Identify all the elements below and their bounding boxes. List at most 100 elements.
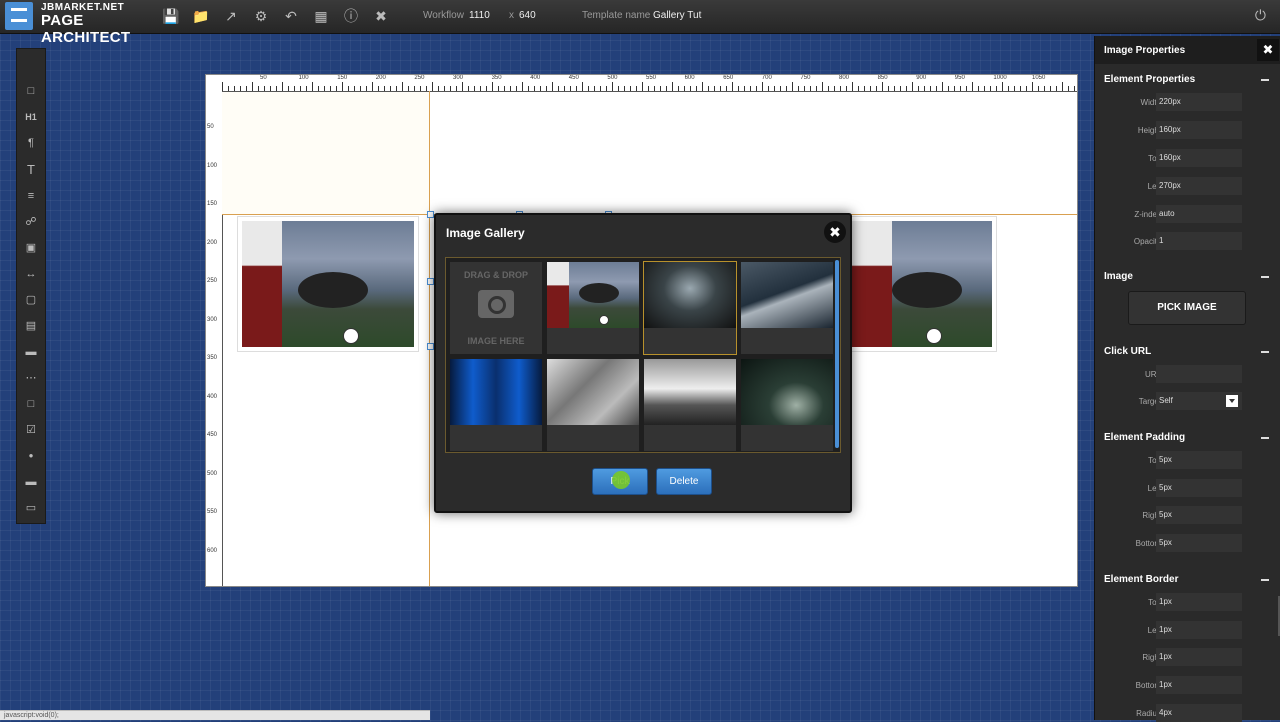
ruler-tick bbox=[528, 86, 529, 91]
list-tool-icon[interactable]: ≡ bbox=[17, 186, 45, 206]
export-icon[interactable]: ↗ bbox=[222, 7, 240, 25]
ruler-label: 900 bbox=[916, 75, 927, 81]
padding-top-field[interactable]: 5px bbox=[1156, 451, 1242, 469]
ruler-label: 800 bbox=[839, 75, 850, 81]
chevron-down-icon[interactable] bbox=[1226, 395, 1238, 407]
ruler-tick bbox=[642, 82, 643, 91]
undo-icon[interactable]: ↶ bbox=[282, 7, 300, 25]
border-top-field[interactable]: 1px bbox=[1156, 593, 1242, 611]
select-tool-icon[interactable]: ▬ bbox=[17, 472, 45, 492]
section-element-properties[interactable]: Element Properties bbox=[1104, 74, 1195, 85]
zindex-field[interactable]: auto bbox=[1156, 205, 1242, 223]
section-element-border[interactable]: Element Border bbox=[1104, 574, 1178, 585]
power-icon[interactable]: ⏻ bbox=[1255, 7, 1266, 24]
ruler-tick bbox=[678, 86, 679, 91]
panel-close-icon[interactable]: ✖ bbox=[1257, 39, 1279, 61]
padding-right-field[interactable]: 5px bbox=[1156, 506, 1242, 524]
button-tool-icon[interactable]: ▭ bbox=[17, 498, 45, 518]
resize-handle[interactable] bbox=[427, 343, 434, 350]
ruler-tick bbox=[558, 86, 559, 91]
prop-label: Bottom bbox=[1135, 539, 1161, 548]
grid-icon[interactable]: ▦ bbox=[312, 7, 330, 25]
border-radius-field[interactable]: 4px bbox=[1156, 704, 1242, 722]
collapse-icon[interactable] bbox=[1261, 276, 1269, 278]
collapse-icon[interactable] bbox=[1261, 579, 1269, 581]
gallery-thumb[interactable] bbox=[741, 262, 833, 354]
pick-image-button[interactable]: PICK IMAGE bbox=[1128, 291, 1246, 325]
close-icon[interactable]: ✖ bbox=[372, 7, 390, 25]
border-bottom-field[interactable]: 1px bbox=[1156, 676, 1242, 694]
resize-handle[interactable] bbox=[427, 211, 434, 218]
night-car-thumb bbox=[741, 359, 833, 425]
workflow-width-field[interactable]: 1110 bbox=[469, 10, 490, 21]
height-field[interactable]: 160px bbox=[1156, 121, 1242, 139]
gallery-thumb-selected[interactable] bbox=[643, 261, 737, 355]
ruler-tick bbox=[636, 86, 637, 91]
ruler-tick bbox=[936, 86, 937, 91]
border-left-field[interactable]: 1px bbox=[1156, 621, 1242, 639]
ruler-tick bbox=[1008, 86, 1009, 91]
gear-icon[interactable]: ⚙ bbox=[252, 7, 270, 25]
folder-icon[interactable]: 📁 bbox=[192, 7, 210, 25]
ruler-tick bbox=[684, 86, 685, 91]
gallery-thumb[interactable] bbox=[450, 359, 542, 451]
drop-zone[interactable]: DRAG & DROP IMAGE HERE bbox=[450, 262, 542, 354]
image-gallery-dialog: Image Gallery ✖ DRAG & DROP IMAGE HERE D… bbox=[434, 213, 852, 513]
link-tool-icon[interactable]: ☍ bbox=[17, 212, 45, 232]
ruler-label: 500 bbox=[207, 470, 218, 477]
ruler-tick bbox=[540, 86, 541, 91]
form-tool-icon[interactable]: ▤ bbox=[17, 316, 45, 336]
ruler-tick bbox=[996, 86, 997, 91]
arrows-tool-icon[interactable]: ↔ bbox=[17, 264, 45, 284]
gallery-image-element[interactable] bbox=[237, 216, 419, 352]
password-tool-icon[interactable]: ⋯ bbox=[17, 368, 45, 388]
padding-left-field[interactable]: 5px bbox=[1156, 479, 1242, 497]
top-field[interactable]: 160px bbox=[1156, 149, 1242, 167]
gallery-thumb[interactable] bbox=[547, 359, 639, 451]
image-tool-icon[interactable]: ▣ bbox=[17, 238, 45, 258]
collapse-icon[interactable] bbox=[1261, 79, 1269, 81]
ruler-tick bbox=[342, 82, 343, 91]
collapse-icon[interactable] bbox=[1261, 437, 1269, 439]
layout-tool-icon[interactable]: □ bbox=[17, 81, 45, 101]
collapse-icon[interactable] bbox=[1261, 351, 1269, 353]
gallery-scrollbar[interactable] bbox=[835, 260, 839, 448]
section-click-url[interactable]: Click URL bbox=[1104, 346, 1151, 357]
padding-bottom-field[interactable]: 5px bbox=[1156, 534, 1242, 552]
template-name-field[interactable]: Gallery Tut bbox=[653, 10, 701, 21]
prop-label: Target bbox=[1138, 397, 1161, 406]
border-right-field[interactable]: 1px bbox=[1156, 648, 1242, 666]
gallery-thumb[interactable] bbox=[644, 359, 736, 451]
opacity-field[interactable]: 1 bbox=[1156, 232, 1242, 250]
ruler-tick bbox=[288, 86, 289, 91]
gallery-thumb[interactable] bbox=[547, 262, 639, 354]
text-tool-icon[interactable]: T bbox=[17, 160, 45, 180]
box-tool-icon[interactable]: ▢ bbox=[17, 290, 45, 310]
left-field[interactable]: 270px bbox=[1156, 177, 1242, 195]
width-field[interactable]: 220px bbox=[1156, 93, 1242, 111]
ruler-label: 350 bbox=[491, 75, 502, 81]
section-element-padding[interactable]: Element Padding bbox=[1104, 432, 1185, 443]
radio-tool-icon[interactable]: ● bbox=[17, 446, 45, 466]
save-icon[interactable]: 💾 bbox=[162, 7, 180, 25]
resize-handle[interactable] bbox=[427, 278, 434, 285]
ruler-tick bbox=[762, 82, 763, 91]
ruler-tick bbox=[498, 86, 499, 91]
dialog-close-icon[interactable]: ✖ bbox=[824, 221, 846, 243]
delete-button[interactable]: Delete bbox=[656, 468, 712, 495]
ruler-tick bbox=[228, 86, 229, 91]
info-icon[interactable]: ⓘ bbox=[342, 7, 360, 25]
workflow-height-field[interactable]: 640 bbox=[519, 10, 536, 21]
heading-tool-icon[interactable]: H1 bbox=[17, 107, 45, 127]
section-image[interactable]: Image bbox=[1104, 271, 1133, 282]
textarea-tool-icon[interactable]: □ bbox=[17, 394, 45, 414]
gallery-image-element[interactable] bbox=[847, 216, 997, 352]
url-field[interactable] bbox=[1156, 365, 1242, 383]
properties-panel: Image Properties ✖ Element Properties Wi… bbox=[1094, 36, 1280, 722]
paragraph-tool-icon[interactable]: ¶ bbox=[17, 133, 45, 153]
gallery-thumb[interactable] bbox=[741, 359, 833, 451]
checkbox-tool-icon[interactable]: ☑ bbox=[17, 420, 45, 440]
ruler-tick bbox=[294, 86, 295, 91]
input-tool-icon[interactable]: ▬ bbox=[17, 342, 45, 362]
prop-label: Left bbox=[1147, 484, 1161, 493]
